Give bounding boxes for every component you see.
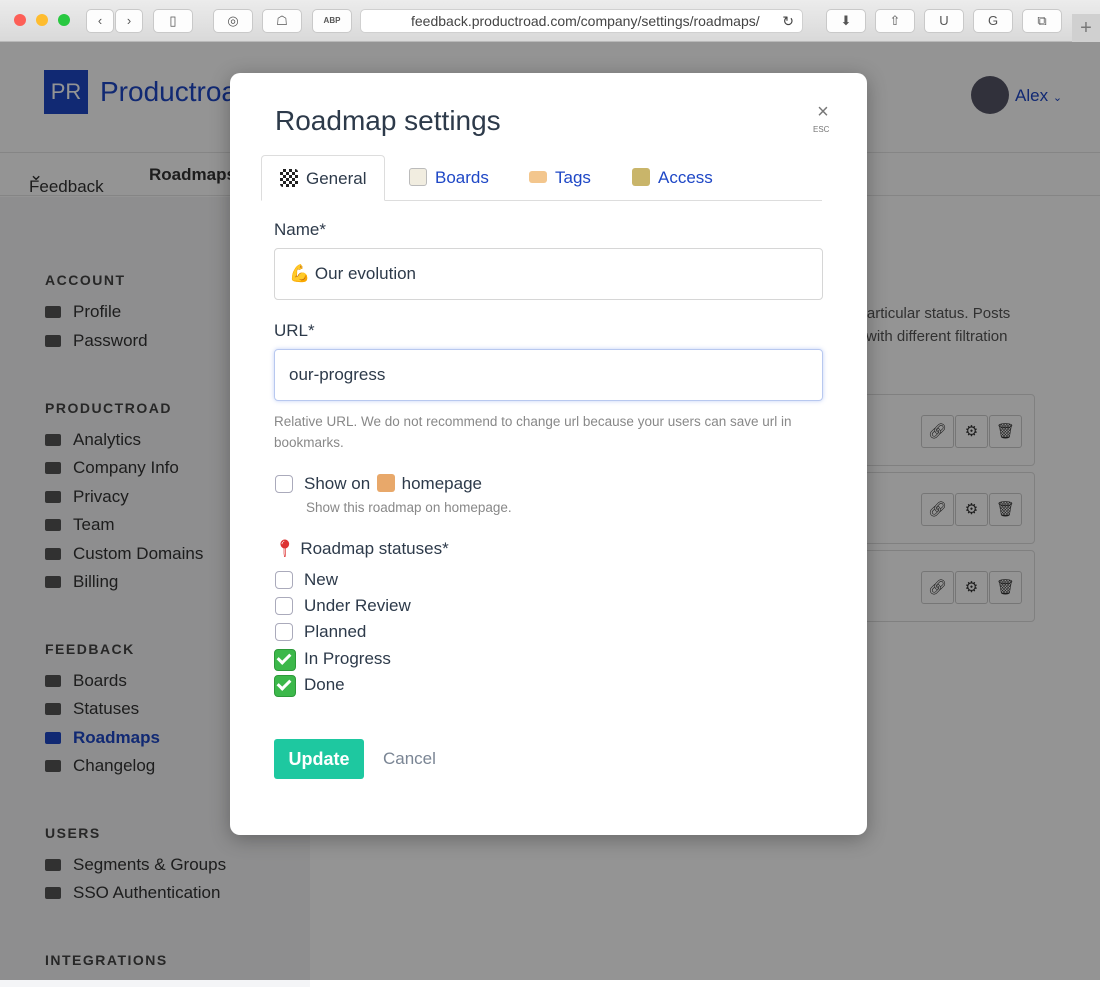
tab-bar: General Boards Tags Access xyxy=(261,155,822,201)
reload-icon[interactable]: ↻ xyxy=(782,10,794,32)
share-icon[interactable]: ⇧ xyxy=(875,9,915,33)
url-text: feedback.productroad.com/company/setting… xyxy=(411,13,760,29)
tabs-overview-icon[interactable]: ⧉ xyxy=(1022,9,1062,33)
status-label[interactable]: Planned xyxy=(304,622,366,642)
status-checkbox-done[interactable] xyxy=(274,675,296,697)
close-window-button[interactable] xyxy=(14,14,26,26)
statuses-label: 📍︎ Roadmap statuses* xyxy=(274,539,449,558)
sidebar-toggle-icon[interactable]: ▯ xyxy=(153,9,193,33)
tab-tags[interactable]: Tags xyxy=(529,155,591,201)
forward-button[interactable]: › xyxy=(115,9,143,33)
status-checkbox-new[interactable] xyxy=(275,571,293,589)
memo-icon xyxy=(409,168,427,186)
zoom-window-button[interactable] xyxy=(58,14,70,26)
lock-icon xyxy=(632,168,650,186)
status-label[interactable]: Under Review xyxy=(304,596,411,616)
adblock-icon[interactable]: ABP xyxy=(312,9,352,33)
status-label[interactable]: New xyxy=(304,570,338,590)
address-bar[interactable]: feedback.productroad.com/company/setting… xyxy=(360,9,803,33)
esc-hint: ESC xyxy=(813,125,830,134)
tab-general[interactable]: General xyxy=(261,155,386,201)
1password-icon[interactable]: ◎ xyxy=(213,9,253,33)
homepage-help: Show this roadmap on homepage. xyxy=(306,500,512,515)
homepage-checkbox[interactable] xyxy=(275,475,293,493)
checkered-flag-icon xyxy=(280,169,298,187)
name-input[interactable]: 💪 Our evolution xyxy=(274,248,823,300)
tab-boards[interactable]: Boards xyxy=(409,155,489,201)
name-label: Name* xyxy=(274,220,326,239)
house-icon xyxy=(376,474,395,492)
minimize-window-button[interactable] xyxy=(36,14,48,26)
pushpin-icon: 📍︎ xyxy=(274,539,296,558)
homepage-label[interactable]: Show on homepage xyxy=(304,474,482,494)
tag-icon xyxy=(529,171,547,183)
ublock-icon[interactable]: U xyxy=(924,9,964,33)
status-checkbox-in-progress[interactable] xyxy=(274,649,296,671)
status-label[interactable]: Done xyxy=(304,675,345,695)
status-label[interactable]: In Progress xyxy=(304,649,391,669)
roadmap-settings-modal: Roadmap settings × ESC General Boards Ta… xyxy=(230,73,867,835)
status-checkbox-planned[interactable] xyxy=(275,623,293,641)
browser-toolbar: ‹ › ▯ ◎ ☖ ABP feedback.productroad.com/c… xyxy=(0,0,1100,42)
url-input[interactable]: our-progress xyxy=(274,349,823,401)
update-button[interactable]: Update xyxy=(274,739,364,779)
status-checkbox-under-review[interactable] xyxy=(275,597,293,615)
new-tab-button[interactable]: + xyxy=(1072,14,1100,42)
url-help-text: Relative URL. We do not recommend to cha… xyxy=(274,414,792,450)
cancel-button[interactable]: Cancel xyxy=(383,749,436,769)
back-button[interactable]: ‹ xyxy=(86,9,114,33)
ghostery-icon[interactable]: ☖ xyxy=(262,9,302,33)
tab-access[interactable]: Access xyxy=(632,155,713,201)
modal-title: Roadmap settings xyxy=(275,105,501,136)
grammarly-icon[interactable]: G xyxy=(973,9,1013,33)
close-icon[interactable]: × xyxy=(815,101,831,124)
downloads-icon[interactable]: ⬇ xyxy=(826,9,866,33)
url-label: URL* xyxy=(274,321,315,340)
